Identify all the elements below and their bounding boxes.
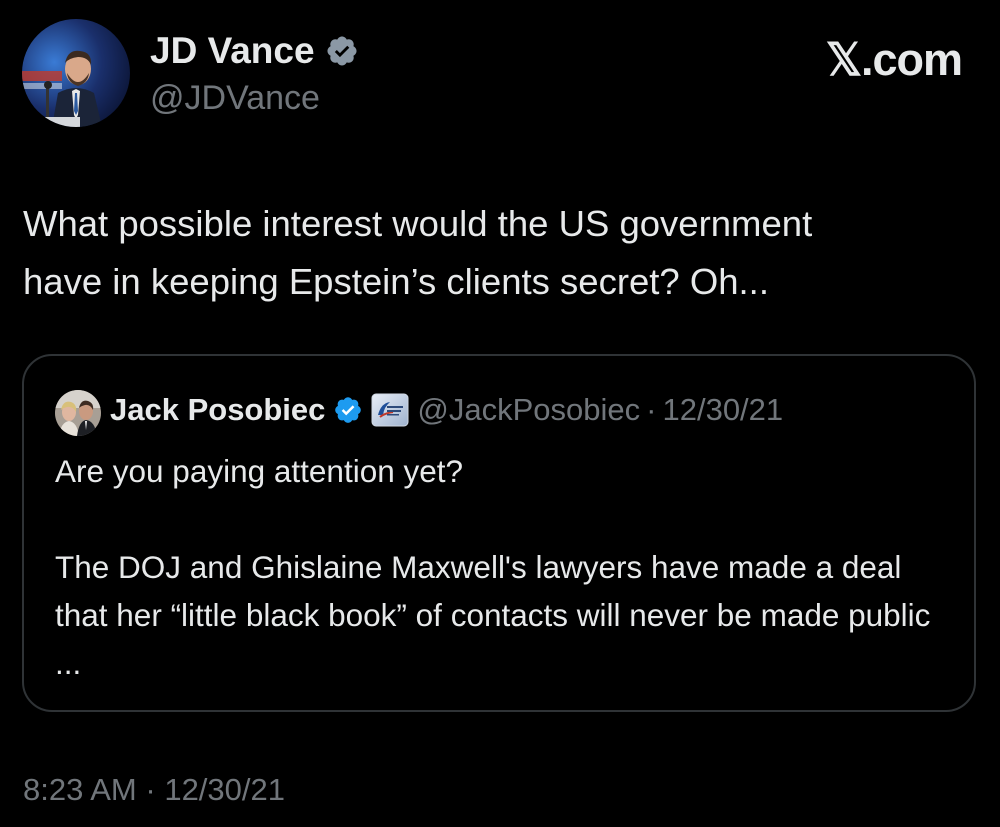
quoted-header-separator: · [646, 392, 657, 427]
tweet-text-line-1: What possible interest would the US gove… [23, 203, 813, 244]
tweet-text-line-2: have in keeping Epstein’s clients secret… [23, 261, 769, 302]
author-handle[interactable]: @JDVance [150, 79, 320, 118]
quoted-author-name[interactable]: Jack Posobiec [110, 392, 325, 428]
quoted-author-avatar[interactable] [55, 390, 101, 436]
author-name[interactable]: JD Vance [150, 30, 359, 72]
author-name-text: JD Vance [150, 30, 315, 71]
quoted-tweet-card[interactable]: Jack Posobiec @JackPosobiec · 12/30/21 A… [22, 354, 976, 712]
tweet-timestamp[interactable]: 8:23 AM · 12/30/21 [23, 772, 285, 808]
verified-badge-icon [333, 395, 363, 425]
quoted-tweet-paragraph-1: Are you paying attention yet? [55, 453, 464, 489]
quoted-tweet-header: Jack Posobiec @JackPosobiec · 12/30/21 [110, 392, 783, 428]
tweet-text: What possible interest would the US gove… [23, 195, 978, 311]
quoted-tweet-text: Are you paying attention yet? The DOJ an… [55, 447, 955, 687]
author-avatar[interactable] [22, 19, 130, 127]
quoted-tweet-paragraph-2: The DOJ and Ghislaine Maxwell's lawyers … [55, 549, 931, 681]
x-logo-text: 𝕏.com [825, 34, 963, 85]
quoted-tweet-date[interactable]: 12/30/21 [662, 392, 783, 428]
quoted-author-handle[interactable]: @JackPosobiec [417, 392, 640, 428]
affiliation-badge-icon[interactable] [371, 393, 409, 427]
tweet-time: 8:23 AM [23, 772, 137, 807]
tweet-meta-separator: · [145, 772, 156, 807]
tweet-date: 12/30/21 [164, 772, 285, 807]
verified-badge-icon [325, 34, 359, 68]
